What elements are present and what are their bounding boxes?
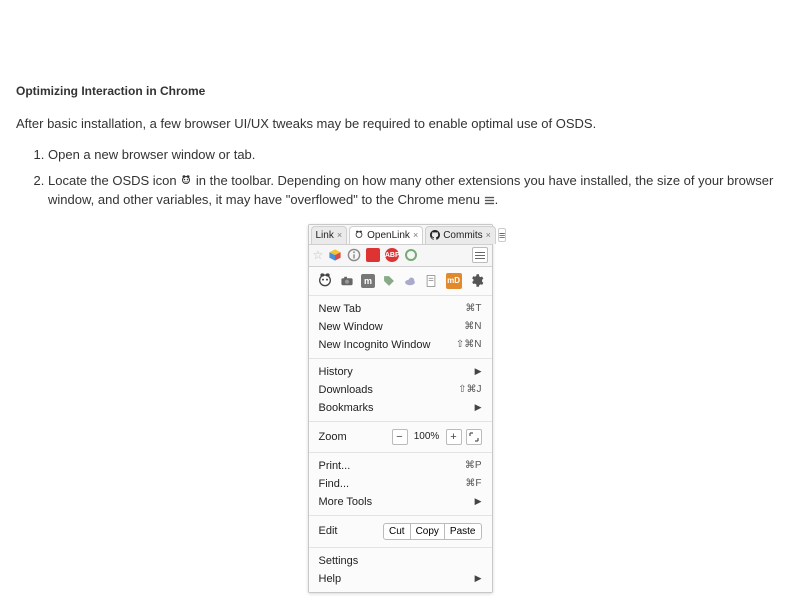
menu-history[interactable]: History▶ <box>309 363 492 381</box>
paste-button[interactable]: Paste <box>445 523 482 540</box>
hamburger-menu-icon <box>484 195 495 206</box>
tab-label: Commits <box>443 230 482 241</box>
osds-overflow-icon[interactable] <box>317 273 333 289</box>
copy-button[interactable]: Copy <box>411 523 445 540</box>
osds-icon <box>180 175 192 187</box>
menu-new-tab[interactable]: New Tab⌘T <box>309 300 492 318</box>
tag-extension-icon[interactable] <box>382 273 396 289</box>
menu-zoom: Zoom − 100% + <box>309 426 492 448</box>
red-extension-icon[interactable] <box>366 248 380 262</box>
svg-text:m: m <box>364 276 372 286</box>
menu-downloads[interactable]: Downloads⇧⌘J <box>309 381 492 399</box>
close-icon[interactable]: × <box>413 230 418 240</box>
menu-section-zoom: Zoom − 100% + <box>309 422 492 453</box>
menu-section-tools: Print...⌘P Find...⌘F More Tools▶ <box>309 453 492 516</box>
menu-new-window[interactable]: New Window⌘N <box>309 318 492 336</box>
chrome-menu-button[interactable] <box>472 247 488 263</box>
camera-extension-icon[interactable] <box>340 273 354 289</box>
tab-label: OpenLink <box>367 230 410 241</box>
menu-more-tools[interactable]: More Tools▶ <box>309 493 492 511</box>
openlink-favicon-icon <box>354 230 364 240</box>
menu-section-history: History▶ Downloads⇧⌘J Bookmarks▶ <box>309 359 492 422</box>
gear-icon[interactable] <box>469 273 484 289</box>
submenu-arrow-icon: ▶ <box>475 573 482 584</box>
close-icon[interactable]: × <box>486 230 491 240</box>
zoom-out-button[interactable]: − <box>392 429 408 445</box>
submenu-arrow-icon: ▶ <box>475 366 482 377</box>
info-extension-icon[interactable] <box>347 248 361 262</box>
tab-commits[interactable]: Commits × <box>425 226 496 244</box>
cube-extension-icon[interactable] <box>328 248 342 262</box>
menu-print[interactable]: Print...⌘P <box>309 457 492 475</box>
extension-overflow-row: m mD <box>309 267 492 296</box>
section-heading: Optimizing Interaction in Chrome <box>16 84 788 98</box>
shortcut: ⌘T <box>465 303 481 314</box>
menu-bookmarks[interactable]: Bookmarks▶ <box>309 399 492 417</box>
step-1: Open a new browser window or tab. <box>48 145 788 165</box>
menu-help[interactable]: Help▶ <box>309 570 492 588</box>
shortcut: ⌘P <box>465 460 482 471</box>
tab-link[interactable]: Link × <box>311 226 348 244</box>
tab-openlink[interactable]: OpenLink × <box>349 226 423 244</box>
github-favicon-icon <box>430 230 440 240</box>
submenu-arrow-icon: ▶ <box>475 402 482 413</box>
chrome-menu-screenshot: Link × OpenLink × Commits × ≡ ☆ <box>12 224 788 593</box>
menu-section-edit: Edit Cut Copy Paste <box>309 516 492 548</box>
step-2: Locate the OSDS icon in the toolbar. Dep… <box>48 171 788 210</box>
step-list: Open a new browser window or tab. Locate… <box>48 145 788 210</box>
menu-edit: Edit Cut Copy Paste <box>309 520 492 543</box>
shortcut: ⌘N <box>464 321 481 332</box>
intro-paragraph: After basic installation, a few browser … <box>16 116 788 131</box>
cloud-extension-icon[interactable] <box>403 273 417 289</box>
generic-extension-icon[interactable] <box>404 248 418 262</box>
doc-extension-icon[interactable] <box>424 273 438 289</box>
menu-section-new: New Tab⌘T New Window⌘N New Incognito Win… <box>309 296 492 359</box>
menu-new-incognito[interactable]: New Incognito Window⇧⌘N <box>309 336 492 354</box>
browser-tab-strip: Link × OpenLink × Commits × ≡ <box>309 225 492 245</box>
shortcut: ⇧⌘J <box>458 384 481 395</box>
fullscreen-button[interactable] <box>466 429 482 445</box>
step-2-text-post: . <box>495 192 499 207</box>
menu-settings[interactable]: Settings <box>309 552 492 570</box>
cut-button[interactable]: Cut <box>383 523 411 540</box>
close-icon[interactable]: × <box>337 230 342 240</box>
tab-label: Link <box>316 230 334 241</box>
abp-extension-icon[interactable]: ABP <box>385 248 399 262</box>
new-tab-button[interactable]: ≡ <box>498 228 506 242</box>
zoom-in-button[interactable]: + <box>446 429 462 445</box>
browser-toolbar: ☆ ABP <box>309 245 492 267</box>
m-extension-icon[interactable]: m <box>361 273 375 289</box>
shortcut: ⇧⌘N <box>456 339 482 350</box>
submenu-arrow-icon: ▶ <box>475 496 482 507</box>
shortcut: ⌘F <box>465 478 481 489</box>
zoom-value: 100% <box>412 431 442 442</box>
step-2-text-pre: Locate the OSDS icon <box>48 173 180 188</box>
bookmark-star-icon[interactable]: ☆ <box>313 248 324 262</box>
md-extension-icon[interactable]: mD <box>446 273 462 289</box>
menu-find[interactable]: Find...⌘F <box>309 475 492 493</box>
menu-section-settings: Settings Help▶ <box>309 548 492 592</box>
